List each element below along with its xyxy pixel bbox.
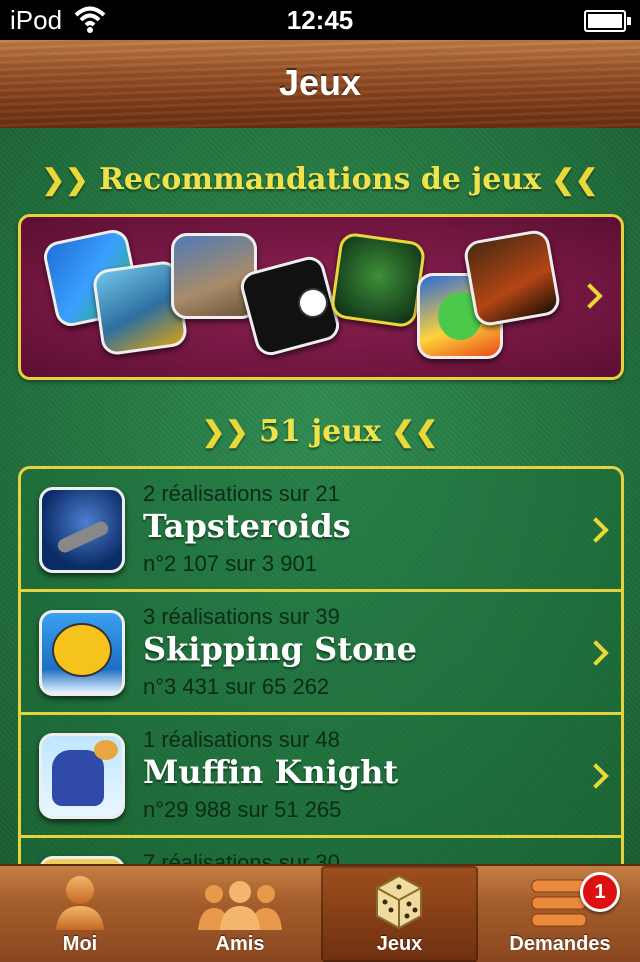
notification-badge: 1: [580, 872, 620, 912]
tab-label: Jeux: [376, 933, 423, 955]
friends-icon: [198, 881, 282, 930]
tab-label: Amis: [215, 933, 265, 955]
tab-label: Moi: [62, 933, 98, 955]
achievements-text: 1 réalisations sur 48: [143, 727, 340, 752]
muffin-knight-icon: [39, 733, 125, 819]
chevron-right-icon: [583, 763, 609, 789]
games-count-title: 51 jeux: [259, 414, 381, 449]
monster-icon: [329, 231, 427, 329]
games-list: 2 réalisations sur 21 Tapsteroids n°2 10…: [18, 466, 624, 864]
recommendations-banner[interactable]: [18, 214, 624, 380]
achievements-text: 2 réalisations sur 21: [143, 481, 340, 506]
requests-icon: [531, 879, 587, 927]
game-name: Tapsteroids: [143, 507, 351, 545]
person-icon: [56, 876, 104, 930]
tab-bar: Moi Amis Jeux 1 Demandes: [0, 864, 640, 962]
tab-amis[interactable]: Amis: [160, 866, 320, 962]
status-bar: iPod 12:45: [0, 0, 640, 40]
achievements-text: 7 réalisations sur 30: [143, 850, 340, 864]
page-title: Jeux: [278, 62, 362, 103]
list-item[interactable]: 7 réalisations sur 30: [21, 838, 621, 864]
chevron-right-icon: [583, 517, 609, 543]
achievements-text: 3 réalisations sur 39: [143, 604, 340, 629]
tab-label: Demandes: [509, 933, 611, 955]
list-item[interactable]: 3 réalisations sur 39 Skipping Stone n°3…: [21, 592, 621, 715]
tab-demandes[interactable]: 1 Demandes: [480, 866, 640, 962]
clock: 12:45: [286, 5, 354, 35]
battery-icon: [584, 10, 631, 32]
tapsteroids-icon: [39, 487, 125, 573]
multiplayer-icon: [462, 228, 562, 328]
dice-icon: [376, 874, 422, 930]
skipping-stone-icon: [39, 610, 125, 696]
recommendations-title: Recommandations de jeux: [98, 162, 541, 197]
ornament-left-icon: ❯❯: [201, 415, 249, 448]
rank-text: n°2 107 sur 3 901: [143, 551, 317, 576]
game-name: Muffin Knight: [143, 753, 399, 791]
navigation-bar: Jeux: [0, 40, 640, 128]
list-item[interactable]: 2 réalisations sur 21 Tapsteroids n°2 10…: [21, 469, 621, 592]
game-icon: [39, 856, 125, 864]
game-name: Skipping Stone: [143, 630, 417, 668]
ornament-right-icon: ❮❮: [391, 415, 439, 448]
tab-jeux[interactable]: Jeux: [321, 866, 478, 962]
rank-text: n°29 988 sur 51 265: [143, 797, 342, 822]
ornament-left-icon: ❯❯: [41, 163, 89, 196]
chevron-right-icon: [577, 283, 603, 309]
ornament-right-icon: ❮❮: [551, 163, 599, 196]
recommendations-header: ❯❯ Recommandations de jeux ❮❮: [0, 162, 640, 197]
content-area[interactable]: ❯❯ Recommandations de jeux ❮❮ ❯❯ 51 jeux…: [0, 128, 640, 864]
list-item[interactable]: 1 réalisations sur 48 Muffin Knight n°29…: [21, 715, 621, 838]
tab-moi[interactable]: Moi: [0, 866, 160, 962]
chevron-right-icon: [583, 640, 609, 666]
games-count-header: ❯❯ 51 jeux ❮❮: [0, 414, 640, 449]
rank-text: n°3 431 sur 65 262: [143, 674, 330, 699]
